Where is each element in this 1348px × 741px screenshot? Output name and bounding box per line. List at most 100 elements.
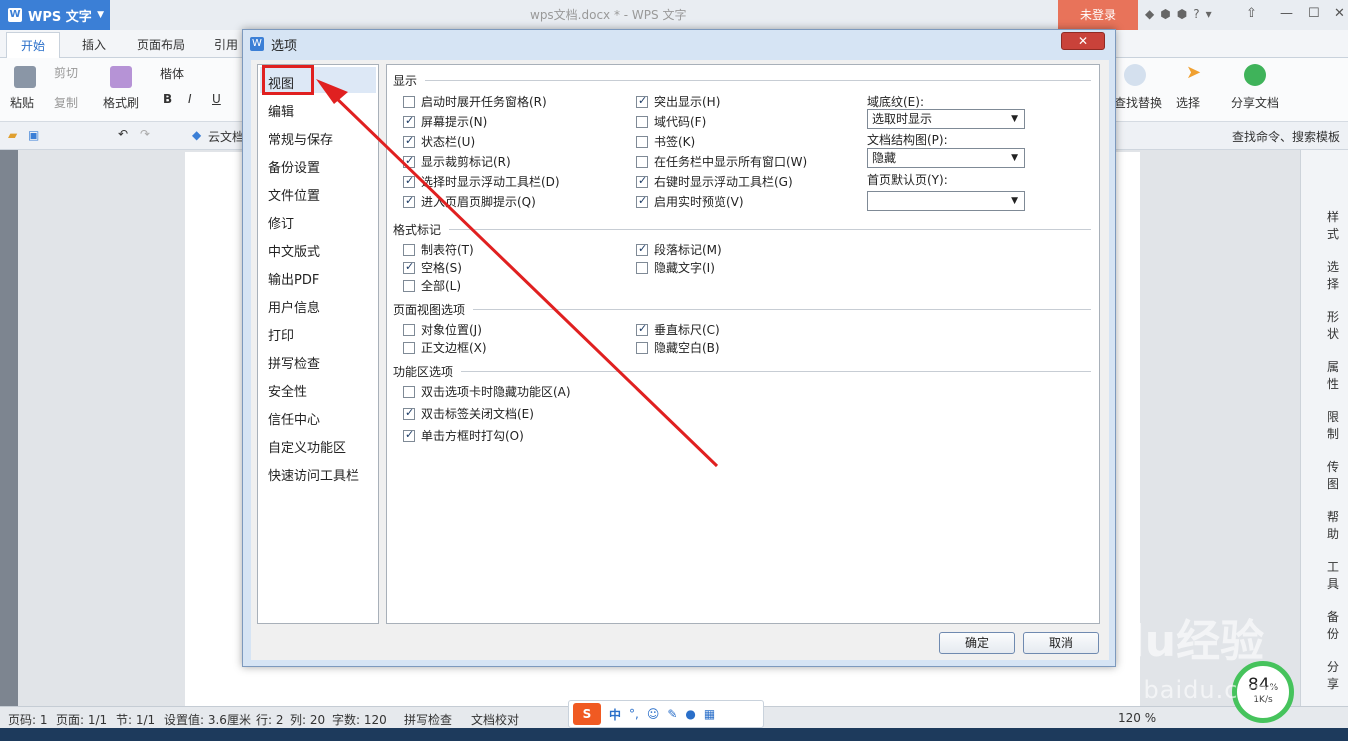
tab-home[interactable]: 开始 [6,32,61,58]
checkbox-box[interactable] [636,194,648,208]
ime-toolbar[interactable]: S 中 °, ☺ ✎ ● ▦ [568,700,764,728]
checkbox-box[interactable] [403,134,415,148]
checkbox-box[interactable] [403,260,415,274]
select-button[interactable]: 选择 [1176,94,1200,111]
sidebar-item-properties[interactable]: 属性 [1327,358,1348,392]
share-icon[interactable] [1244,64,1266,86]
nav-item-3[interactable]: 备份设置 [268,157,320,176]
doc-proof-button[interactable]: 文档校对 [471,711,519,728]
punctuation-icon[interactable]: °, [629,707,639,721]
display-left-checkbox-1[interactable]: 屏幕提示(N) [403,113,487,130]
default-page-select[interactable]: ▼ [867,191,1025,211]
nav-item-1[interactable]: 编辑 [268,101,294,120]
checkbox-box[interactable] [403,385,415,398]
sidebar-item-backup[interactable]: 备份 [1327,608,1348,642]
display-left-checkbox-2[interactable]: 状态栏(U) [403,133,475,150]
zoom-level[interactable]: 120 % [1118,711,1156,725]
display-left-checkbox-3[interactable]: 显示裁剪标记(R) [403,153,511,170]
format-right-checkbox-1[interactable]: 隐藏文字(I) [636,259,715,276]
format-right-checkbox-0[interactable]: 段落标记(M) [636,241,722,258]
display-right-checkbox-5[interactable]: 启用实时预览(V) [636,193,744,210]
sidebar-item-restrict[interactable]: 限制 [1327,408,1348,442]
close-icon[interactable]: ✕ [1334,6,1345,21]
sogou-logo-icon[interactable]: S [573,703,601,725]
checkbox-box[interactable] [636,135,648,148]
checkbox-box[interactable] [636,115,648,128]
sidebar-item-help[interactable]: 帮助 [1327,508,1348,542]
nav-item-2[interactable]: 常规与保存 [268,129,333,148]
checkbox-box[interactable] [636,155,648,168]
nav-item-13[interactable]: 自定义功能区 [268,437,346,456]
cloud-doc-icon[interactable]: ◆ [192,128,201,142]
checkbox-box[interactable] [636,174,648,188]
sidebar-item-style[interactable]: 样式 [1327,208,1348,242]
cancel-button[interactable]: 取消 [1023,632,1099,654]
pageview-right-checkbox-1[interactable]: 隐藏空白(B) [636,339,720,356]
bold-button[interactable]: B [163,92,172,106]
maximize-icon[interactable]: ☐ [1308,6,1320,21]
nav-item-5[interactable]: 修订 [268,213,294,232]
sidebar-item-shape[interactable]: 形状 [1327,308,1348,342]
emoji-icon[interactable]: ☺ [647,707,660,721]
dialog-titlebar[interactable]: W 选项 ✕ [243,30,1115,56]
checkbox-box[interactable] [636,341,648,354]
checkbox-box[interactable] [636,261,648,274]
format-left-checkbox-0[interactable]: 制表符(T) [403,241,474,258]
display-right-checkbox-0[interactable]: 突出显示(H) [636,93,720,110]
ime-mode[interactable]: 中 [609,706,621,723]
nav-item-10[interactable]: 拼写检查 [268,353,320,372]
checkbox-box[interactable] [636,94,648,108]
nav-item-0[interactable]: 视图 [268,73,294,92]
font-name-select[interactable]: 楷体 [160,65,184,82]
menu-icon[interactable]: ▾ [1206,7,1212,21]
field-shading-select[interactable]: 选取时显示 ▼ [867,109,1025,129]
cut-button[interactable]: 剪切 [54,64,78,81]
checkbox-box[interactable] [403,114,415,128]
ribbon-opt-checkbox-1[interactable]: 双击标签关闭文档(E) [403,405,534,422]
display-right-checkbox-3[interactable]: 在任务栏中显示所有窗口(W) [636,153,807,170]
tab-insert[interactable]: 插入 [82,36,106,53]
vertical-ruler[interactable] [0,150,18,706]
format-painter-button[interactable]: 格式刷 [103,94,139,111]
find-replace-button[interactable]: 查找替换 [1114,94,1162,111]
doc-map-select[interactable]: 隐藏 ▼ [867,148,1025,168]
share-doc-button[interactable]: 分享文档 [1231,94,1279,111]
ok-button[interactable]: 确定 [939,632,1015,654]
search-command-input[interactable]: 查找命令、搜索模板 [1232,128,1340,145]
sidebar-item-tools[interactable]: 工具 [1327,558,1348,592]
checkbox-box[interactable] [403,406,415,420]
format-painter-icon[interactable] [110,66,132,88]
spell-check-button[interactable]: 拼写检查 [404,711,452,728]
checkbox-box[interactable] [403,428,415,442]
ribbon-opt-checkbox-0[interactable]: 双击选项卡时隐藏功能区(A) [403,383,571,400]
italic-button[interactable]: I [188,92,192,106]
nav-item-9[interactable]: 打印 [268,325,294,344]
display-left-checkbox-5[interactable]: 进入页眉页脚提示(Q) [403,193,536,210]
help-icon[interactable]: ? [1193,7,1199,21]
dialog-close-button[interactable]: ✕ [1061,32,1105,50]
checkbox-box[interactable] [403,323,415,336]
tab-references[interactable]: 引用 [214,36,238,53]
paste-icon[interactable] [14,66,36,88]
cursor-icon[interactable]: ➤ [1186,62,1201,83]
checkbox-box[interactable] [403,341,415,354]
settings-icon[interactable]: ⬢ [1160,7,1170,21]
display-left-checkbox-0[interactable]: 启动时展开任务窗格(R) [403,93,547,110]
sidebar-item-share[interactable]: 分享 [1327,658,1348,692]
pageview-right-checkbox-0[interactable]: 垂直标尺(C) [636,321,720,338]
underline-button[interactable]: U [212,92,221,106]
undo-icon[interactable]: ↶ [118,127,128,141]
nav-item-14[interactable]: 快速访问工具栏 [268,465,359,484]
checkbox-box[interactable] [636,322,648,336]
checkbox-box[interactable] [403,154,415,168]
copy-button[interactable]: 复制 [54,94,78,111]
ribbon-opt-checkbox-2[interactable]: 单击方框时打勾(O) [403,427,524,444]
checkbox-box[interactable] [403,174,415,188]
format-left-checkbox-2[interactable]: 全部(L) [403,277,461,294]
display-right-checkbox-1[interactable]: 域代码(F) [636,113,706,130]
checkbox-box[interactable] [636,242,648,256]
pageview-left-checkbox-0[interactable]: 对象位置(J) [403,321,482,338]
format-left-checkbox-1[interactable]: 空格(S) [403,259,462,276]
nav-item-6[interactable]: 中文版式 [268,241,320,260]
find-replace-icon[interactable] [1124,64,1146,86]
